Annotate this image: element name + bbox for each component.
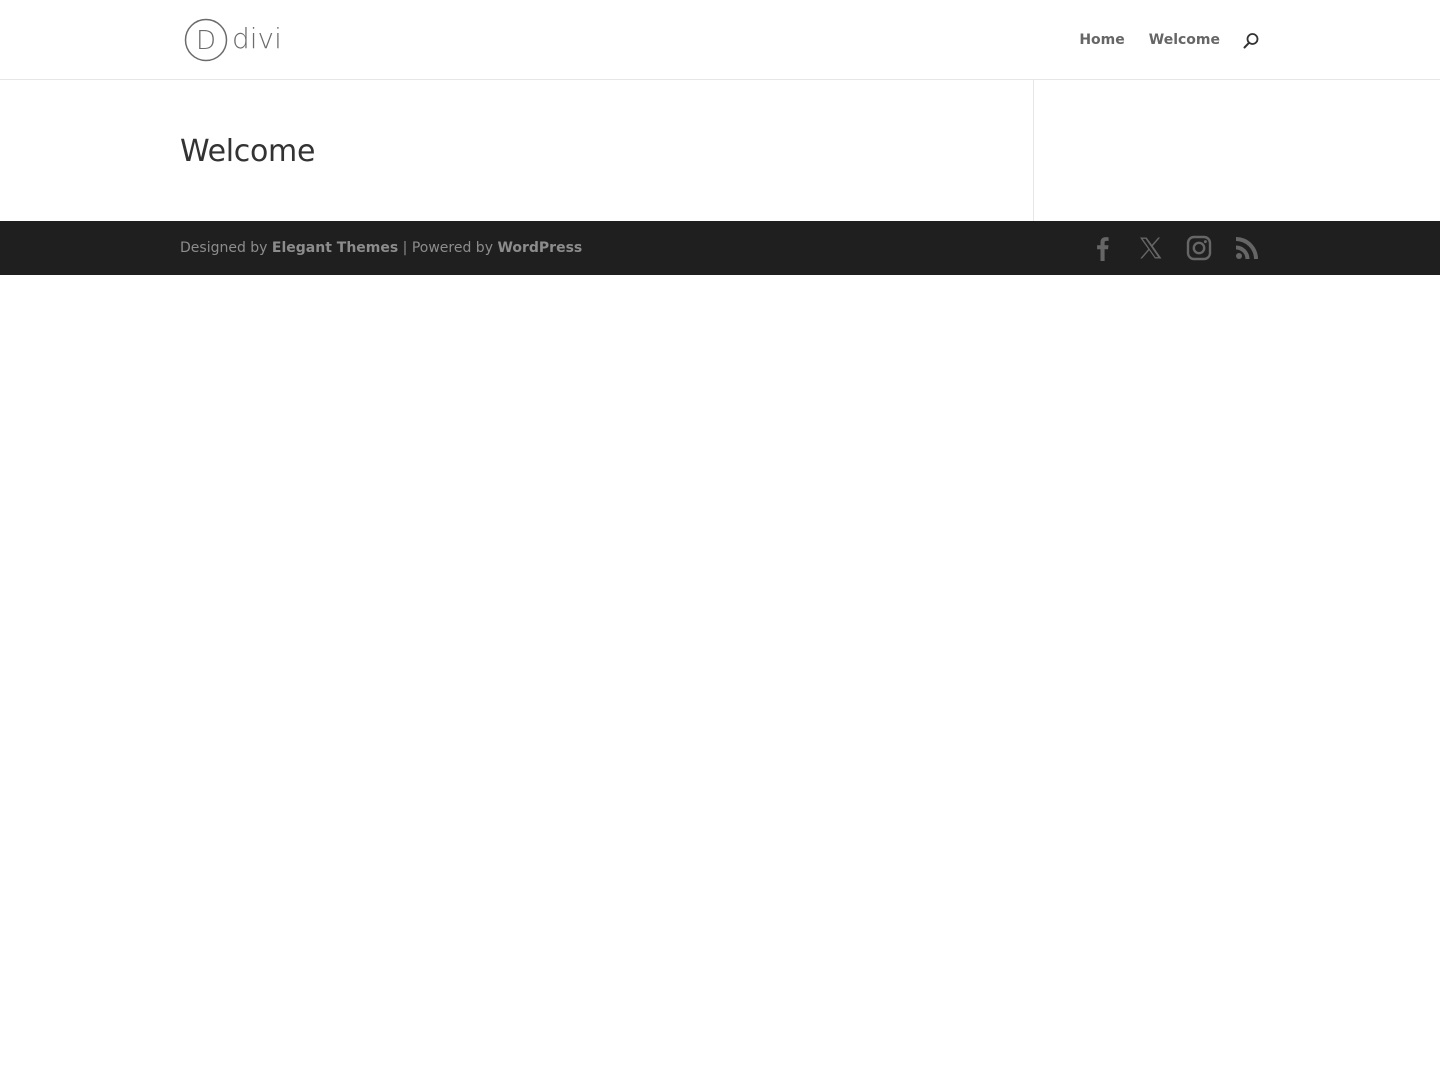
- x-icon[interactable]: [1138, 235, 1164, 261]
- main-content: Welcome: [0, 80, 1440, 221]
- nav-welcome[interactable]: Welcome: [1149, 32, 1220, 48]
- wordpress-link[interactable]: WordPress: [497, 240, 582, 256]
- main-nav: Home Welcome: [1079, 0, 1260, 80]
- nav-home[interactable]: Home: [1079, 32, 1124, 48]
- page-title: Welcome: [180, 134, 316, 169]
- logo-text: divi: [232, 22, 282, 55]
- site-footer: Designed by Elegant Themes | Powered by …: [0, 221, 1440, 275]
- logo-letter: D: [196, 26, 216, 56]
- footer-credits: Designed by Elegant Themes | Powered by …: [180, 221, 582, 275]
- site-logo[interactable]: D divi: [184, 18, 282, 62]
- search-icon[interactable]: [1242, 32, 1260, 50]
- facebook-icon[interactable]: [1090, 235, 1116, 261]
- credits-prefix: Designed by: [180, 240, 272, 256]
- rss-icon[interactable]: [1234, 235, 1260, 261]
- instagram-icon[interactable]: [1186, 235, 1212, 261]
- sidebar-divider: [1033, 80, 1034, 221]
- logo-d-icon: D: [184, 18, 228, 62]
- social-links: [1090, 221, 1260, 275]
- elegant-themes-link[interactable]: Elegant Themes: [272, 240, 398, 256]
- site-header: D divi Home Welcome: [0, 0, 1440, 80]
- credits-mid: | Powered by: [398, 240, 498, 256]
